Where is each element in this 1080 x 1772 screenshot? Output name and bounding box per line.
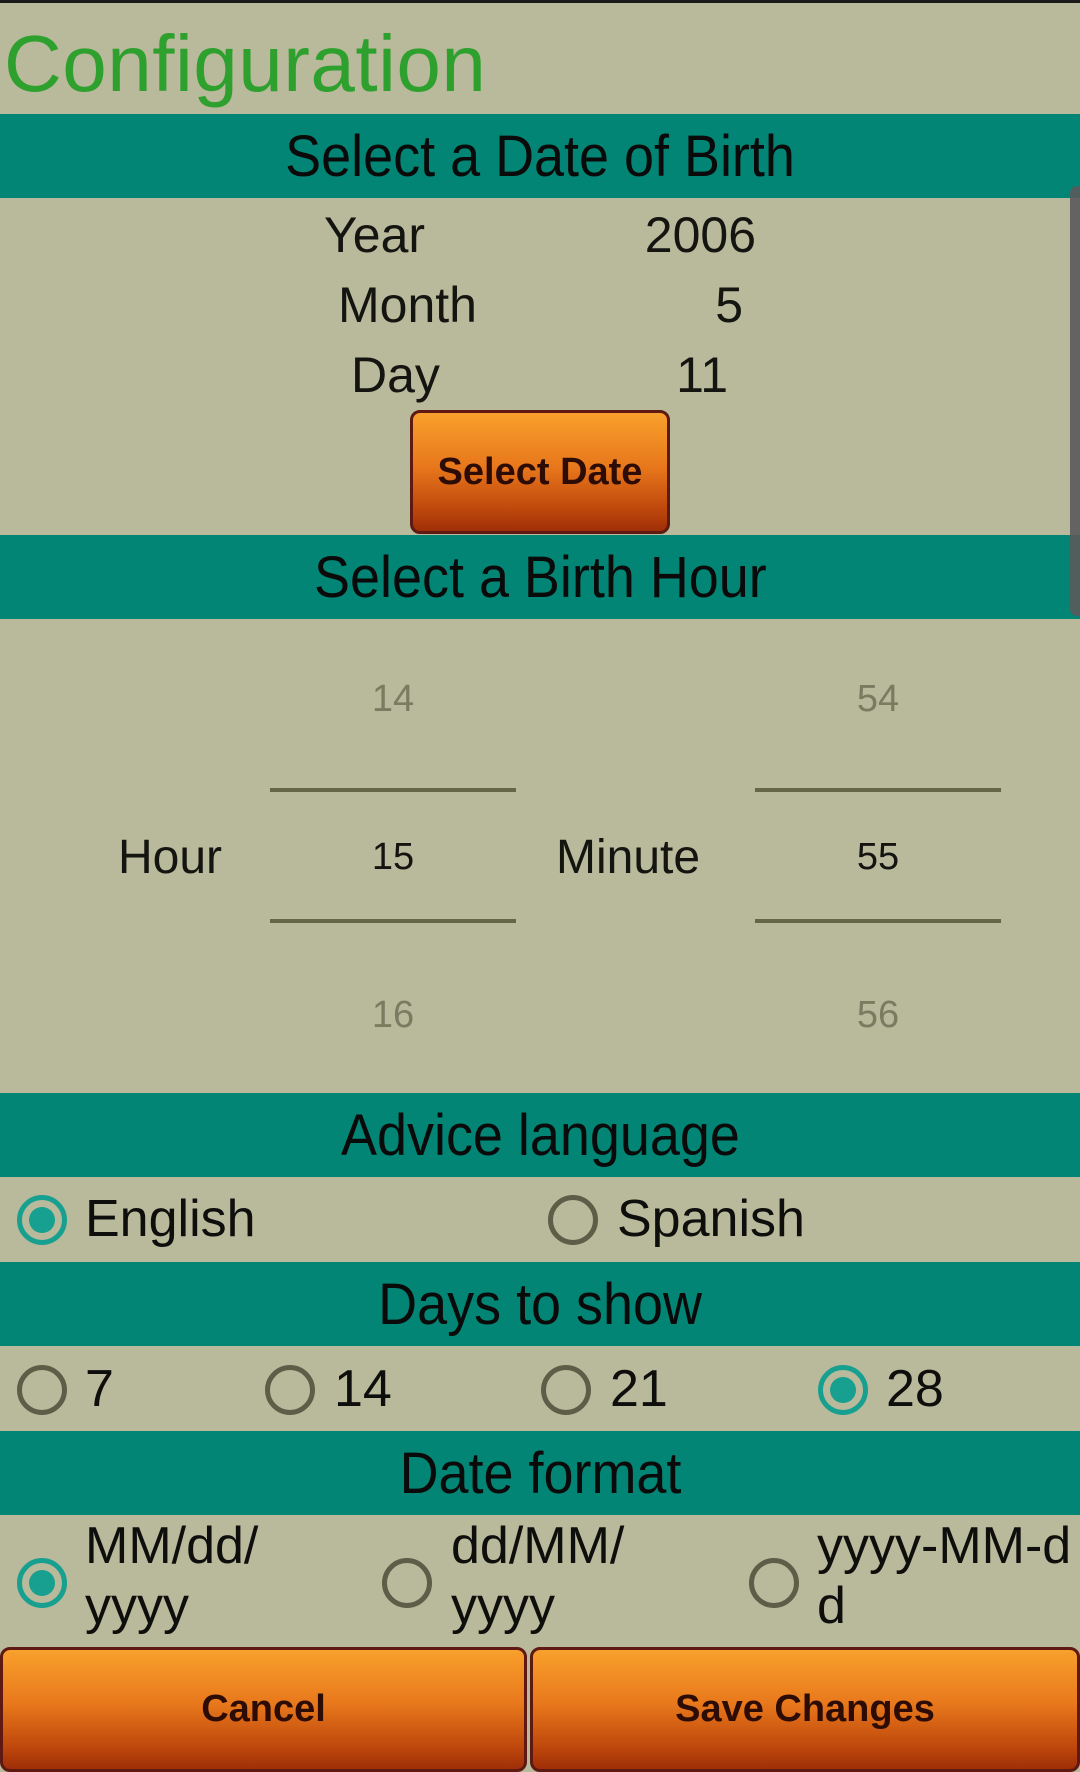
radio-button-21-days[interactable] xyxy=(541,1365,591,1415)
hour-picker-top-divider xyxy=(270,788,516,792)
minute-selected-value[interactable]: 55 xyxy=(755,836,1001,879)
date-format-radio-group: MM/dd/ yyyy dd/MM/ yyyy yyyy-MM-d d xyxy=(0,1516,1080,1646)
hour-prev-value[interactable]: 14 xyxy=(270,678,516,721)
radio-button-english[interactable] xyxy=(17,1195,67,1245)
advice-language-section-header: Advice language xyxy=(0,1093,1080,1177)
radio-label-mm-dd-yyyy-line2: yyyy xyxy=(85,1577,189,1635)
radio-label-yyyy-mm-dd[interactable]: yyyy-MM-d d xyxy=(817,1516,1071,1636)
radio-button-7-days[interactable] xyxy=(17,1365,67,1415)
radio-label-7-days[interactable]: 7 xyxy=(85,1359,114,1419)
days-to-show-header-text: Days to show xyxy=(378,1271,702,1337)
date-format-header-text: Date format xyxy=(399,1440,681,1506)
cancel-button[interactable]: Cancel xyxy=(0,1647,527,1772)
radio-label-dd-mm-yyyy-line2: yyyy xyxy=(451,1577,555,1635)
top-edge xyxy=(0,0,1080,3)
year-label: Year xyxy=(324,207,426,263)
birth-hour-section-header: Select a Birth Hour xyxy=(0,535,1080,619)
radio-label-yyyy-mm-dd-line1: yyyy-MM-d xyxy=(817,1517,1072,1575)
radio-button-mm-dd-yyyy[interactable] xyxy=(17,1558,67,1608)
day-label: Day xyxy=(351,347,440,403)
scrollbar-thumb[interactable] xyxy=(1070,186,1080,616)
day-value: 11 xyxy=(676,347,728,403)
radio-label-21-days[interactable]: 21 xyxy=(610,1359,668,1419)
select-date-button-label: Select Date xyxy=(437,450,643,493)
hour-label: Hour xyxy=(118,831,223,884)
dob-header-text: Select a Date of Birth xyxy=(285,123,795,189)
hour-picker-bottom-divider xyxy=(270,919,516,923)
radio-label-14-days[interactable]: 14 xyxy=(334,1359,392,1419)
minute-label: Minute xyxy=(556,831,701,884)
minute-prev-value[interactable]: 54 xyxy=(755,678,1001,721)
radio-button-28-days[interactable] xyxy=(818,1365,868,1415)
radio-label-dd-mm-yyyy[interactable]: dd/MM/ yyyy xyxy=(451,1516,624,1636)
save-changes-button-label: Save Changes xyxy=(675,1688,935,1730)
page-title: Configuration xyxy=(4,19,487,108)
radio-label-yyyy-mm-dd-line2: d xyxy=(817,1577,846,1635)
radio-label-mm-dd-yyyy[interactable]: MM/dd/ yyyy xyxy=(85,1516,258,1636)
radio-label-mm-dd-yyyy-line1: MM/dd/ xyxy=(85,1517,259,1575)
days-to-show-radio-group: 7 14 21 28 xyxy=(0,1347,1080,1431)
minute-picker-bottom-divider xyxy=(755,919,1001,923)
minute-next-value[interactable]: 56 xyxy=(755,994,1001,1037)
radio-button-yyyy-mm-dd[interactable] xyxy=(749,1558,799,1608)
radio-button-dd-mm-yyyy[interactable] xyxy=(382,1558,432,1608)
birth-hour-header-text: Select a Birth Hour xyxy=(313,544,767,610)
dob-section-header: Select a Date of Birth xyxy=(0,114,1080,198)
radio-label-28-days[interactable]: 28 xyxy=(886,1359,944,1419)
days-to-show-section-header: Days to show xyxy=(0,1262,1080,1346)
save-changes-button[interactable]: Save Changes xyxy=(530,1647,1080,1772)
hour-selected-value[interactable]: 15 xyxy=(270,836,516,879)
select-date-button[interactable]: Select Date xyxy=(410,410,670,534)
date-format-section-header: Date format xyxy=(0,1431,1080,1515)
radio-label-english[interactable]: English xyxy=(85,1189,256,1249)
radio-button-spanish[interactable] xyxy=(548,1195,598,1245)
advice-language-radio-group: English Spanish xyxy=(0,1177,1080,1261)
minute-picker-top-divider xyxy=(755,788,1001,792)
month-label: Month xyxy=(338,277,477,333)
month-value: 5 xyxy=(715,277,743,333)
year-value: 2006 xyxy=(644,207,756,263)
radio-label-dd-mm-yyyy-line1: dd/MM/ xyxy=(451,1517,625,1575)
hour-next-value[interactable]: 16 xyxy=(270,994,516,1037)
radio-button-14-days[interactable] xyxy=(265,1365,315,1415)
cancel-button-label: Cancel xyxy=(201,1688,326,1730)
advice-language-header-text: Advice language xyxy=(340,1102,740,1168)
radio-label-spanish[interactable]: Spanish xyxy=(617,1189,805,1249)
